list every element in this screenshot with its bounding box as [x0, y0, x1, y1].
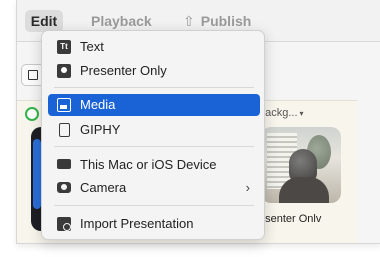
- camera-icon: [57, 182, 71, 193]
- menu-item-label: Camera: [80, 180, 127, 195]
- device-icon: [57, 159, 71, 169]
- media-icon: [57, 98, 71, 112]
- scene-label-presenter: esenter Onlv: [259, 213, 322, 225]
- edit-menu-button[interactable]: Edit: [25, 10, 63, 32]
- menu-separator: [54, 205, 254, 206]
- publish-label: Publish: [200, 13, 252, 29]
- menu-item-label: Presenter Only: [80, 63, 167, 78]
- menu-separator: [54, 146, 254, 147]
- giphy-icon: [59, 123, 70, 137]
- menu-item-text[interactable]: Tt Text: [48, 36, 260, 58]
- presenter-icon: [57, 64, 71, 78]
- menu-item-import-presentation[interactable]: Import Presentation: [48, 213, 260, 235]
- background-dropdown[interactable]: backg... ▾: [259, 107, 304, 119]
- playback-menu-button[interactable]: Playback: [85, 10, 158, 32]
- menu-item-label: GIPHY: [80, 122, 121, 137]
- menu-item-label: This Mac or iOS Device: [80, 157, 217, 172]
- share-up-icon: ⇧: [183, 13, 195, 29]
- chevron-down-icon: ▾: [299, 109, 304, 118]
- menu-item-giphy[interactable]: GIPHY: [48, 119, 260, 141]
- menu-item-media[interactable]: Media: [48, 94, 260, 116]
- import-icon: [57, 217, 71, 231]
- edit-dropdown-menu: Tt Text Presenter Only Media GIPHY This …: [41, 30, 265, 240]
- menu-item-this-mac-or-ios-device[interactable]: This Mac or iOS Device: [48, 154, 260, 176]
- scene-thumbnail-presenter[interactable]: [261, 127, 341, 203]
- scene-preview-accent: [33, 139, 41, 209]
- chevron-right-icon: ›: [245, 180, 250, 195]
- publish-menu-button[interactable]: ⇧ Publish: [177, 10, 257, 32]
- menu-item-camera[interactable]: Camera ›: [48, 177, 260, 199]
- menu-item-label: Media: [80, 97, 116, 112]
- menu-item-presenter-only[interactable]: Presenter Only: [48, 60, 260, 82]
- presenter-body-graphic: [279, 177, 329, 203]
- text-icon: Tt: [57, 40, 71, 54]
- menu-separator: [54, 87, 254, 88]
- add-icon: [28, 70, 38, 80]
- menu-item-label: Import Presentation: [80, 216, 194, 231]
- menu-item-label: Text: [80, 39, 104, 54]
- status-dot-icon: [25, 107, 39, 121]
